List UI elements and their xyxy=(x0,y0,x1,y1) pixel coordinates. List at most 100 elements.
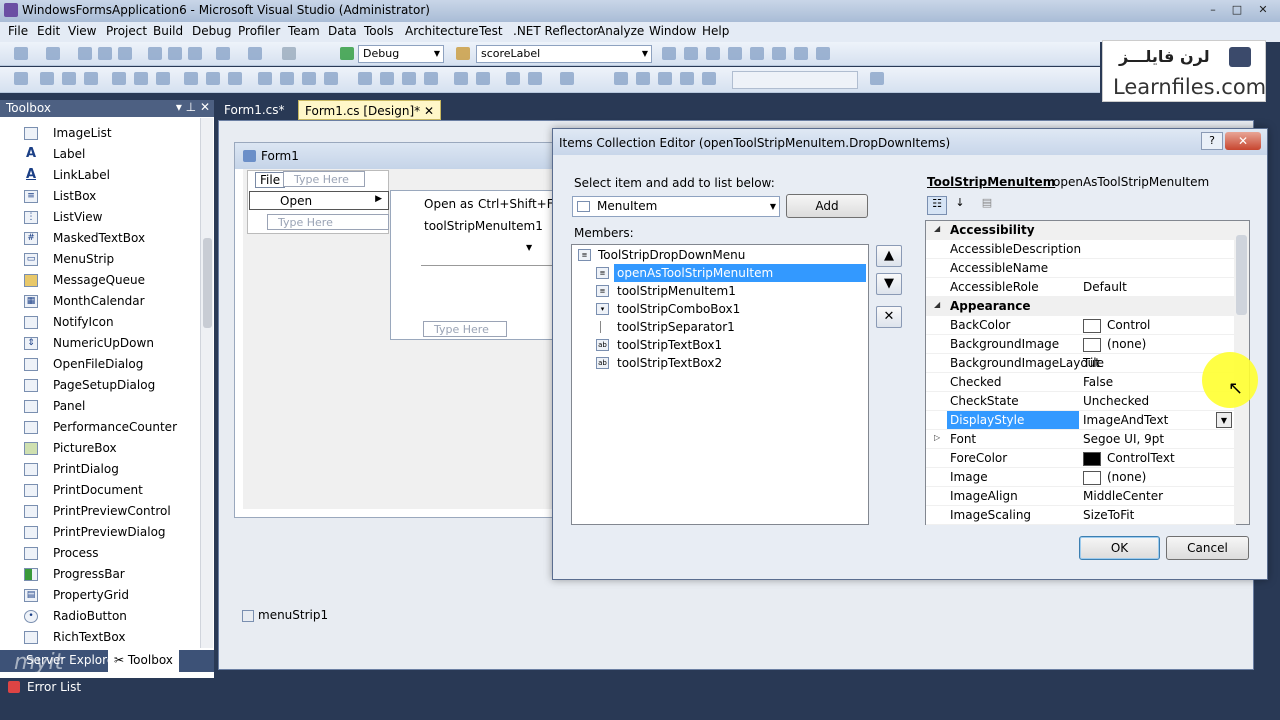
solution-config-combo[interactable]: Debug ▼ xyxy=(358,45,444,63)
menu-tools[interactable]: Tools xyxy=(364,24,394,38)
menu-test[interactable]: Test xyxy=(479,24,503,38)
h-spacing-equal-icon[interactable] xyxy=(258,72,272,85)
property-row[interactable]: Image (none) xyxy=(926,468,1236,487)
settings-gear-icon[interactable] xyxy=(870,72,884,85)
menu-view[interactable]: View xyxy=(68,24,96,38)
expand-triangle-icon[interactable]: ▷ xyxy=(934,433,940,442)
toolbox-item-imagelist[interactable]: ImageList xyxy=(24,124,204,144)
toolbox-item-listview[interactable]: ⋮ ListView xyxy=(24,208,204,228)
help-button[interactable]: ? xyxy=(1201,132,1223,150)
extension-manager-icon[interactable] xyxy=(772,47,786,60)
toolbox-item-printdocument[interactable]: PrintDocument xyxy=(24,481,204,501)
toolbox-item-messagequeue[interactable]: MessageQueue xyxy=(24,271,204,291)
property-row[interactable]: ImageAlign MiddleCenter xyxy=(926,487,1236,506)
property-row[interactable]: ▷ Font Segoe UI, 9pt xyxy=(926,430,1236,449)
open-as-item[interactable]: Open as xyxy=(424,197,473,211)
copy-icon[interactable] xyxy=(168,47,182,60)
command-window-icon[interactable] xyxy=(794,47,808,60)
v-spacing-remove-icon[interactable] xyxy=(424,72,438,85)
toolbox-item-notifyicon[interactable]: NotifyIcon xyxy=(24,313,204,333)
toolbox-item-printdialog[interactable]: PrintDialog xyxy=(24,460,204,480)
property-row[interactable]: ImageScaling SizeToFit xyxy=(926,506,1236,525)
close-window-button[interactable]: ✕ xyxy=(1252,2,1274,18)
paste-icon[interactable] xyxy=(188,47,202,60)
menu-file-item[interactable]: File xyxy=(255,172,286,188)
toolbox-item-progressbar[interactable]: ProgressBar xyxy=(24,565,204,585)
move-up-button[interactable]: ▲ xyxy=(876,245,902,267)
maximize-button[interactable]: □ xyxy=(1226,2,1248,18)
menu-debug[interactable]: Debug xyxy=(192,24,231,38)
toolbox-item-pagesetupdialog[interactable]: PageSetupDialog xyxy=(24,376,204,396)
member-item[interactable]: toolStripSeparator1 xyxy=(572,318,868,336)
align-centers-icon[interactable] xyxy=(62,72,76,85)
toolbox-item-panel[interactable]: Panel xyxy=(24,397,204,417)
component-tray-menustrip1[interactable]: menuStrip1 xyxy=(242,608,328,622)
members-list[interactable]: ≡ ToolStripDropDownMenu ≡ openAsToolStripM… xyxy=(571,244,869,525)
toolbox-item-richtextbox[interactable]: RichTextBox xyxy=(24,628,204,648)
property-row[interactable]: BackgroundImageLayout Tile xyxy=(926,354,1236,373)
find-combo[interactable]: scoreLabel ▼ xyxy=(476,45,652,63)
tab-toolbox[interactable]: ✂ Toolbox xyxy=(108,650,179,672)
member-item[interactable]: ab toolStripTextBox2 xyxy=(572,354,868,372)
save-icon[interactable] xyxy=(98,47,112,60)
v-spacing-decrease-icon[interactable] xyxy=(402,72,416,85)
toolbox-item-monthcalendar[interactable]: ▦ MonthCalendar xyxy=(24,292,204,312)
start-debugging-icon[interactable] xyxy=(340,47,354,60)
type-here-file[interactable]: Type Here xyxy=(267,214,389,230)
bookmark-icon[interactable] xyxy=(702,72,716,85)
categorized-icon[interactable]: ☷ xyxy=(927,196,947,215)
menu-project[interactable]: Project xyxy=(106,24,147,38)
scroll-thumb[interactable] xyxy=(1236,235,1247,315)
toolbox-item-numericupdown[interactable]: ⇕ NumericUpDown xyxy=(24,334,204,354)
object-browser-icon[interactable] xyxy=(706,47,720,60)
menu-edit[interactable]: Edit xyxy=(37,24,60,38)
tab-form1-design[interactable]: Form1.cs [Design]* ✕ xyxy=(298,100,442,120)
v-spacing-increase-icon[interactable] xyxy=(380,72,394,85)
toolbox-item-radiobutton[interactable]: • RadioButton xyxy=(24,607,204,627)
v-spacing-equal-icon[interactable] xyxy=(358,72,372,85)
toolbox-item-label[interactable]: A Label xyxy=(24,145,204,165)
add-item-icon[interactable] xyxy=(46,47,60,60)
error-list-tab[interactable]: Error List xyxy=(0,678,120,698)
center-horizontally-icon[interactable] xyxy=(454,72,468,85)
dropdown-arrow-icon[interactable]: ▼ xyxy=(1216,412,1232,428)
align-rights-icon[interactable] xyxy=(84,72,98,85)
menu-help[interactable]: Help xyxy=(702,24,729,38)
toolbox-item-menustrip[interactable]: ▭ MenuStrip xyxy=(24,250,204,270)
comment-icon[interactable] xyxy=(658,72,672,85)
ok-button[interactable]: OK xyxy=(1079,536,1160,560)
toolbox-item-performancecounter[interactable]: PerformanceCounter xyxy=(24,418,204,438)
member-item[interactable]: ≡ openAsToolStripMenuItem xyxy=(572,264,868,282)
property-row-selected[interactable]: DisplayStyle ImageAndText ▼ xyxy=(926,411,1236,430)
dialog-close-button[interactable]: ✕ xyxy=(1225,132,1261,150)
toolbox-item-printpreviewcontrol[interactable]: PrintPreviewControl xyxy=(24,502,204,522)
toolbox-item-maskedtextbox[interactable]: # MaskedTextBox xyxy=(24,229,204,249)
property-row[interactable]: AccessibleRole Default xyxy=(926,278,1236,297)
property-row[interactable]: AccessibleName xyxy=(926,259,1236,278)
align-tops-icon[interactable] xyxy=(112,72,126,85)
h-spacing-remove-icon[interactable] xyxy=(324,72,338,85)
property-row[interactable]: Checked False xyxy=(926,373,1236,392)
indent-icon[interactable] xyxy=(614,72,628,85)
menu-architecture[interactable]: Architecture xyxy=(405,24,478,38)
redo-icon[interactable] xyxy=(248,47,262,60)
menu-build[interactable]: Build xyxy=(153,24,183,38)
member-item[interactable]: ≡ ToolStripDropDownMenu xyxy=(572,246,868,264)
center-vertically-icon[interactable] xyxy=(476,72,490,85)
h-spacing-decrease-icon[interactable] xyxy=(302,72,316,85)
menu-file[interactable]: File xyxy=(8,24,28,38)
navigate-icon[interactable] xyxy=(282,47,296,60)
property-row[interactable]: BackgroundImage (none) xyxy=(926,335,1236,354)
toolbox-item-listbox[interactable]: ≡ ListBox xyxy=(24,187,204,207)
menu-reflector[interactable]: .NET Reflector xyxy=(513,24,598,38)
member-item[interactable]: ≡ toolStripMenuItem1 xyxy=(572,282,868,300)
properties-icon[interactable] xyxy=(684,47,698,60)
toolbox-item-process[interactable]: Process xyxy=(24,544,204,564)
property-row[interactable]: BackColor Control xyxy=(926,316,1236,335)
toolbox-item-propertygrid[interactable]: ▤ PropertyGrid xyxy=(24,586,204,606)
property-category[interactable]: ◢ Appearance xyxy=(926,297,1236,316)
same-size-icon[interactable] xyxy=(228,72,242,85)
undo-icon[interactable] xyxy=(216,47,230,60)
item-type-combo[interactable]: MenuItem ▼ xyxy=(572,196,780,217)
uncomment-icon[interactable] xyxy=(680,72,694,85)
